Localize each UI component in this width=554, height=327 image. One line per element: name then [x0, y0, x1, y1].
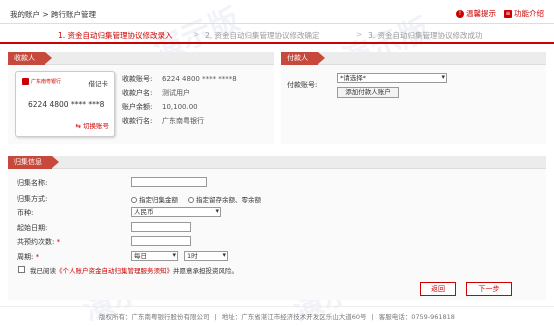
currency-select[interactable]: 人民币: [131, 207, 221, 217]
collection-panel: 归集信息: [8, 156, 546, 300]
footer-address: 地址：广东省湛江市经济技术开发区乐山大道60号: [221, 313, 367, 321]
book-icon: ≡: [504, 9, 512, 18]
agree-suffix: 并愿意承担投资风险。: [173, 267, 238, 275]
field-label: 账户余额:: [122, 103, 153, 111]
start-date-label: 起始日期:: [17, 224, 48, 232]
period-select[interactable]: 每日: [131, 251, 178, 261]
breadcrumb: 我的账户 > 跨行账户管理: [10, 10, 97, 19]
next-button[interactable]: 下一步: [466, 282, 512, 296]
field-label: 收款户名:: [122, 89, 153, 97]
card-type: 借记卡: [88, 80, 109, 88]
bank-name: 广东南粤银行: [31, 79, 62, 85]
currency-label: 币种:: [17, 209, 34, 217]
step-2: 2. 资金自动归集管理协议修改确定: [205, 31, 320, 40]
payee-account-select[interactable]: *请选择*: [337, 73, 447, 83]
agree-checkbox[interactable]: [18, 266, 25, 273]
step-indicator: 1. 资金自动归集管理协议修改录入 > 2. 资金自动归集管理协议修改确定 > …: [0, 24, 554, 44]
collection-mode-label: 归集方式:: [17, 195, 48, 203]
field-label: 收款行名:: [122, 117, 153, 125]
mode-option-balance[interactable]: 指定留存余额、零余额: [188, 194, 261, 204]
radio-button[interactable]: [188, 197, 194, 203]
required-mark: *: [56, 238, 61, 246]
tips-label: 温馨提示: [466, 9, 496, 18]
payee-header: 付款人: [281, 52, 546, 65]
card-number: 6224 4800 **** ***8: [28, 100, 105, 109]
start-date-input[interactable]: [131, 222, 191, 232]
payer-field: 账户余额: 10,100.00: [122, 102, 198, 112]
period-label-text: 周期:: [17, 253, 34, 261]
info-circle-icon: !: [456, 9, 464, 18]
radio-button[interactable]: [131, 197, 137, 203]
bank-logo: 广东南粤银行: [22, 78, 61, 85]
switch-label: 切换账号: [83, 122, 109, 130]
required-mark: *: [35, 253, 40, 261]
field-value: 广东南粤银行: [162, 117, 204, 125]
bank-logo-icon: [22, 78, 29, 85]
payer-title: 收款人: [8, 52, 52, 65]
field-value: 6224 4800 **** ****8: [162, 75, 237, 83]
mode-option-amount[interactable]: 指定归集金额: [131, 194, 178, 204]
collection-name-label: 归集名称:: [17, 179, 48, 187]
agreement-link[interactable]: 《个人账户资金自动归集管理服务须知》: [56, 267, 173, 275]
payee-panel: 付款人: [281, 52, 546, 144]
period-label: 周期: *: [17, 252, 39, 262]
collection-header: 归集信息: [8, 156, 546, 169]
payee-title: 付款人: [281, 52, 325, 65]
top-bar: 我的账户 > 跨行账户管理 ! 温馨提示 ≡ 功能介绍: [0, 0, 554, 24]
intro-link[interactable]: ≡ 功能介绍: [504, 8, 544, 19]
footer-copyright: 版权所有：广东南粤银行股份有限公司: [99, 313, 210, 321]
bank-card: 广东南粤银行 借记卡 6224 4800 **** ***8 ⇆ 切换账号: [15, 71, 115, 137]
payee-account-label: 付款账号:: [287, 81, 318, 89]
step-3: 3. 资金自动归集管理协议修改成功: [368, 31, 483, 40]
back-button[interactable]: 返回: [420, 282, 456, 296]
footer-hotline: 客服电话：0759-961818: [378, 313, 455, 321]
payer-field: 收款户名: 测试用户: [122, 88, 190, 98]
payer-header: 收款人: [8, 52, 274, 65]
field-value: 测试用户: [162, 89, 190, 97]
add-payee-button[interactable]: 添加付款人账户: [337, 87, 399, 98]
agree-text: 我已阅读《个人账户资金自动归集管理服务须知》并愿意承担投资风险。: [30, 265, 238, 275]
count-label: 共预约次数: *: [17, 237, 60, 247]
collection-name-input[interactable]: [131, 177, 207, 187]
collection-title: 归集信息: [8, 156, 59, 169]
switch-arrows-icon: ⇆: [75, 122, 81, 130]
hour-select[interactable]: 1时: [184, 251, 228, 261]
step-separator: >: [356, 30, 363, 39]
field-value: 10,100.00: [162, 103, 198, 111]
step-1: 1. 资金自动归集管理协议修改录入: [58, 31, 173, 40]
count-input[interactable]: [131, 236, 191, 246]
tips-link[interactable]: ! 温馨提示: [456, 8, 496, 19]
agree-prefix: 我已阅读: [30, 267, 56, 275]
footer: 版权所有：广东南粤银行股份有限公司 | 地址：广东省湛江市经济技术开发区乐山大道60…: [0, 306, 554, 327]
field-label: 收款账号:: [122, 75, 153, 83]
payer-field: 收款账号: 6224 4800 **** ****8: [122, 74, 237, 84]
step-separator: >: [193, 30, 200, 39]
radio-label: 指定留存余额、零余额: [196, 196, 261, 204]
top-links: ! 温馨提示 ≡ 功能介绍: [456, 8, 544, 19]
payer-field: 收款行名: 广东南粤银行: [122, 116, 204, 126]
switch-account-link[interactable]: ⇆ 切换账号: [75, 120, 109, 130]
intro-label: 功能介绍: [514, 9, 544, 18]
radio-label: 指定归集金额: [139, 196, 178, 204]
count-label-text: 共预约次数:: [17, 238, 55, 246]
